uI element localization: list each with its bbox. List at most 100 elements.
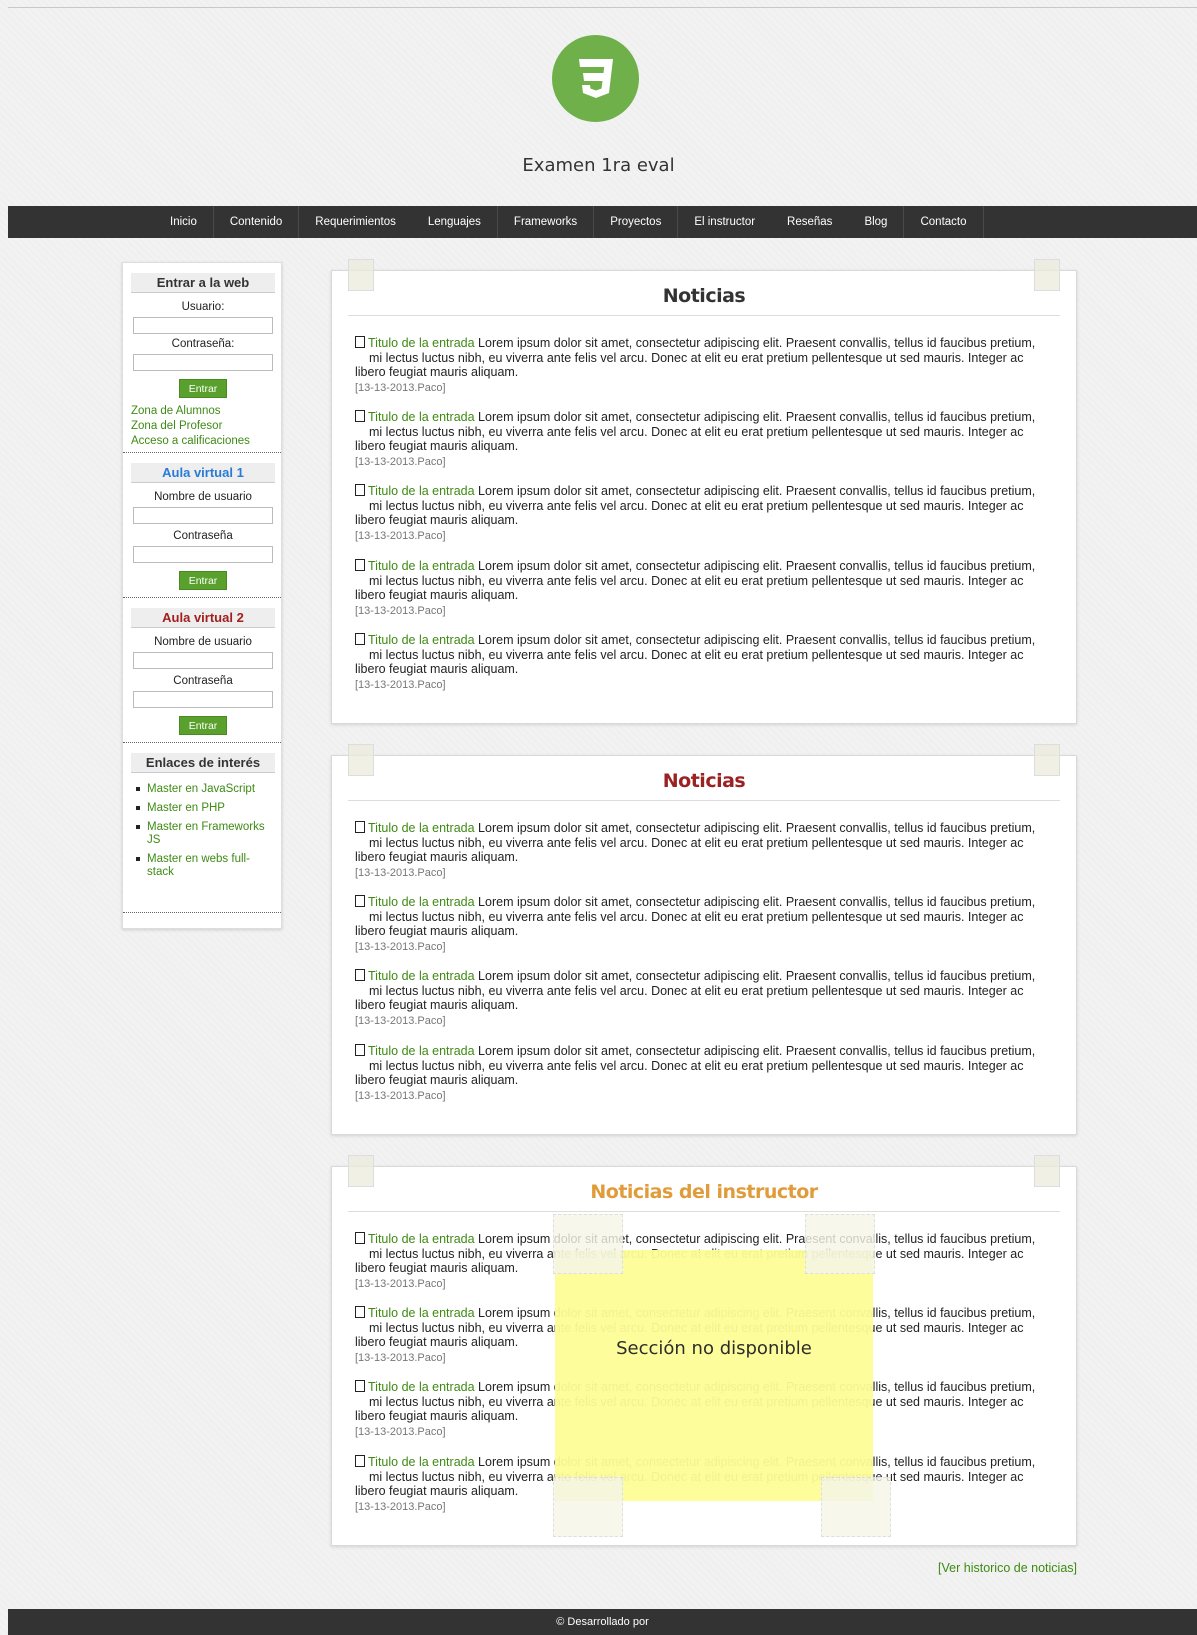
- history-news-link[interactable]: [Ver historico de noticias]: [938, 1561, 1077, 1575]
- entry-title-link[interactable]: Titulo de la entrada: [368, 895, 475, 909]
- nav-item-blog[interactable]: Blog: [848, 206, 905, 238]
- entry-title-link[interactable]: Titulo de la entrada: [368, 1306, 475, 1320]
- entry-text-2: mi lectus luctus nibh, eu viverra ante f…: [369, 647, 1024, 662]
- links-title: Enlaces de interés: [131, 753, 275, 773]
- link-master-php[interactable]: Master en PHP: [131, 802, 275, 815]
- aula2-section: Aula virtual 2 Nombre de usuario Contras…: [131, 608, 275, 735]
- nav-item-requerimientos[interactable]: Requerimientos: [299, 206, 412, 238]
- divider: [123, 742, 281, 743]
- entry-date: [13-13-2013.Paco]: [355, 1089, 446, 1102]
- panel-2-title: Noticias: [348, 770, 1060, 801]
- document-icon: [355, 336, 365, 348]
- link-master-fullstack[interactable]: Master en webs full-stack: [131, 853, 275, 879]
- links-list: Master en JavaScript Master en PHP Maste…: [131, 783, 275, 879]
- entry-text-2: mi lectus luctus nibh, eu viverra ante f…: [369, 909, 1024, 924]
- aula1-pass-input[interactable]: [133, 546, 273, 563]
- entry-title-link[interactable]: Titulo de la entrada: [368, 336, 475, 350]
- entry-date: [13-13-2013.Paco]: [355, 940, 446, 953]
- aula2-user-label: Nombre de usuario: [154, 636, 252, 648]
- link-zona-alumnos[interactable]: Zona de Alumnos: [131, 404, 275, 419]
- entry-title-link[interactable]: Titulo de la entrada: [368, 484, 475, 498]
- aula1-title: Aula virtual 1: [131, 463, 275, 483]
- login-pass-input[interactable]: [133, 354, 273, 371]
- css3-shield-icon: [579, 59, 613, 98]
- tape-decoration: [805, 1214, 875, 1274]
- entry-date: [13-13-2013.Paco]: [355, 529, 446, 542]
- entry-date: [13-13-2013.Paco]: [355, 678, 446, 691]
- footer: © Desarrollado por: [8, 1609, 1197, 1635]
- nav-item-lenguajes[interactable]: Lenguajes: [412, 206, 498, 238]
- nav-item-contenido[interactable]: Contenido: [214, 206, 300, 238]
- aula2-title: Aula virtual 2: [131, 608, 275, 628]
- news-entry: Titulo de la entrada Lorem ipsum dolor s…: [355, 559, 1055, 618]
- document-icon: [355, 1232, 365, 1244]
- entry-text-1: Lorem ipsum dolor sit amet, consectetur …: [478, 969, 1036, 983]
- login-user-input[interactable]: [133, 317, 273, 334]
- tape-decoration: [553, 1477, 623, 1537]
- nav-item-proyectos[interactable]: Proyectos: [594, 206, 679, 238]
- nav-item-el-instructor[interactable]: El instructor: [678, 206, 771, 238]
- pass-label: Contraseña:: [171, 338, 235, 350]
- entry-title-link[interactable]: Titulo de la entrada: [368, 1455, 475, 1469]
- css3-logo: [552, 35, 639, 122]
- entry-title-link[interactable]: Titulo de la entrada: [368, 821, 475, 835]
- entry-text-1: Lorem ipsum dolor sit amet, consectetur …: [478, 895, 1036, 909]
- entry-title-link[interactable]: Titulo de la entrada: [368, 410, 475, 424]
- entry-text-1: Lorem ipsum dolor sit amet, consectetur …: [478, 484, 1036, 498]
- entry-text-3: libero feugiat mauris aliquam.: [355, 588, 519, 602]
- entry-date: [13-13-2013.Paco]: [355, 455, 446, 468]
- aula1-user-input[interactable]: [133, 507, 273, 524]
- nav-item-resenas[interactable]: Reseñas: [771, 206, 848, 238]
- link-master-javascript[interactable]: Master en JavaScript: [131, 783, 275, 796]
- login-submit-button[interactable]: Entrar: [179, 379, 227, 398]
- entry-text-1: Lorem ipsum dolor sit amet, consectetur …: [478, 336, 1036, 350]
- entry-text-2: mi lectus luctus nibh, eu viverra ante f…: [369, 350, 1024, 365]
- aula2-user-input[interactable]: [133, 652, 273, 669]
- aula1-user-label: Nombre de usuario: [154, 491, 252, 503]
- entry-text-1: Lorem ipsum dolor sit amet, consectetur …: [478, 821, 1036, 835]
- document-icon: [355, 969, 365, 981]
- entry-title-link[interactable]: Titulo de la entrada: [368, 1232, 475, 1246]
- entry-title-link[interactable]: Titulo de la entrada: [368, 1044, 475, 1058]
- aula2-submit-button[interactable]: Entrar: [179, 716, 227, 735]
- entry-title-link[interactable]: Titulo de la entrada: [368, 559, 475, 573]
- nav-item-inicio[interactable]: Inicio: [154, 206, 214, 238]
- entry-title-link[interactable]: Titulo de la entrada: [368, 1380, 475, 1394]
- entry-text-3: libero feugiat mauris aliquam.: [355, 924, 519, 938]
- aula2-pass-label: Contraseña: [173, 675, 233, 687]
- section-unavailable-note: Sección no disponible: [553, 1214, 891, 1537]
- aula2-pass-input[interactable]: [133, 691, 273, 708]
- entry-title-link[interactable]: Titulo de la entrada: [368, 633, 475, 647]
- nav-item-contacto[interactable]: Contacto: [904, 206, 984, 238]
- entry-date: [13-13-2013.Paco]: [355, 866, 446, 879]
- news-entry: Titulo de la entrada Lorem ipsum dolor s…: [355, 633, 1055, 692]
- tape-decoration: [821, 1477, 891, 1537]
- document-icon: [355, 559, 365, 571]
- document-icon: [355, 1455, 365, 1467]
- sidebar: Entrar a la web Usuario: Contraseña: Ent…: [122, 262, 282, 929]
- divider: [123, 452, 281, 453]
- entry-text-3: libero feugiat mauris aliquam.: [355, 998, 519, 1012]
- entry-text-1: Lorem ipsum dolor sit amet, consectetur …: [478, 633, 1036, 647]
- aula1-section: Aula virtual 1 Nombre de usuario Contras…: [131, 463, 275, 590]
- entry-text-2: mi lectus luctus nibh, eu viverra ante f…: [369, 424, 1024, 439]
- entry-text-2: mi lectus luctus nibh, eu viverra ante f…: [369, 573, 1024, 588]
- aula1-pass-label: Contraseña: [173, 530, 233, 542]
- divider: [123, 912, 281, 913]
- entry-text-2: mi lectus luctus nibh, eu viverra ante f…: [369, 835, 1024, 850]
- document-icon: [355, 1380, 365, 1392]
- nav-item-frameworks[interactable]: Frameworks: [498, 206, 595, 238]
- login-title: Entrar a la web: [131, 273, 275, 293]
- aula1-submit-button[interactable]: Entrar: [179, 571, 227, 590]
- entry-text-2: mi lectus luctus nibh, eu viverra ante f…: [369, 1058, 1024, 1073]
- panel-3-title: Noticias del instructor: [348, 1181, 1060, 1212]
- link-master-frameworks[interactable]: Master en Frameworks JS: [131, 821, 275, 847]
- entry-date: [13-13-2013.Paco]: [355, 1500, 446, 1513]
- entry-text-3: libero feugiat mauris aliquam.: [355, 850, 519, 864]
- entry-text-1: Lorem ipsum dolor sit amet, consectetur …: [478, 559, 1036, 573]
- entry-title-link[interactable]: Titulo de la entrada: [368, 969, 475, 983]
- link-zona-profesor[interactable]: Zona del Profesor: [131, 419, 275, 434]
- entry-text-3: libero feugiat mauris aliquam.: [355, 1335, 519, 1349]
- news-entry: Titulo de la entrada Lorem ipsum dolor s…: [355, 336, 1055, 395]
- link-calificaciones[interactable]: Acceso a calificaciones: [131, 434, 275, 449]
